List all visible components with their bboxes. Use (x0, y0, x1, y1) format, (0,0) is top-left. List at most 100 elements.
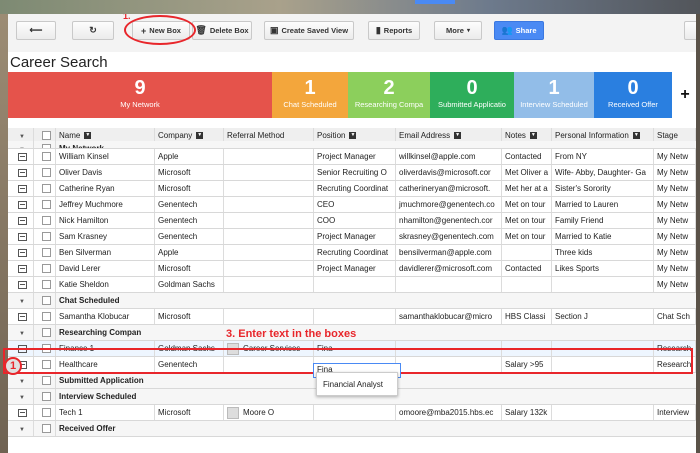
table-cell[interactable]: Met on tour (502, 197, 552, 212)
checkbox-cell[interactable] (34, 293, 56, 308)
table-cell[interactable]: COO (314, 213, 396, 228)
stage-my-network[interactable]: 9 My Network (8, 72, 272, 118)
checkbox-cell[interactable] (34, 261, 56, 276)
table-cell[interactable]: Genentech (155, 197, 224, 212)
table-cell[interactable]: Wife- Abby, Daughter- Ga (552, 165, 654, 180)
reports-button[interactable]: ▮ Reports (368, 21, 420, 40)
row-checkbox[interactable] (41, 216, 51, 226)
row-control-cell[interactable] (8, 277, 34, 292)
table-cell[interactable]: Nick Hamilton (56, 213, 155, 228)
table-cell[interactable]: Met her at a (502, 181, 552, 196)
table-cell[interactable] (502, 277, 552, 292)
table-cell[interactable]: davidlerer@microsoft.com (396, 261, 502, 276)
table-cell[interactable]: Met Oliver a (502, 165, 552, 180)
table-row[interactable]: Jeffrey Muchmore Genentech CEO jmuchmore@ge… (8, 197, 696, 213)
expand-caret-icon[interactable]: ▼ (19, 134, 25, 140)
table-cell[interactable]: Project Manager (314, 261, 396, 276)
checkbox-cell[interactable] (34, 389, 56, 404)
row-detail-icon[interactable] (17, 216, 27, 225)
table-row[interactable]: William Kinsel Apple Project Manager willki… (8, 149, 696, 165)
share-button[interactable]: 👥 Share (494, 21, 544, 40)
checkbox-cell[interactable] (34, 421, 56, 436)
table-cell[interactable]: Project Manager (314, 149, 396, 164)
back-button[interactable]: ⟵ (16, 21, 56, 40)
table-row[interactable]: David Lerer Microsoft Project Manager david… (8, 261, 696, 277)
row-control-cell[interactable]: ▼ (8, 421, 34, 436)
table-cell[interactable]: Senior Recruiting O (314, 165, 396, 180)
row-control-cell[interactable]: ▼ (8, 373, 34, 388)
table-cell[interactable]: Catherine Ryan (56, 181, 155, 196)
row-detail-icon[interactable] (17, 168, 27, 177)
checkbox-cell[interactable] (34, 213, 56, 228)
table-cell[interactable]: Likes Sports (552, 261, 654, 276)
table-cell[interactable] (224, 181, 314, 196)
table-cell[interactable]: bensilverman@apple.com (396, 245, 502, 260)
table-cell[interactable]: Microsoft (155, 309, 224, 324)
table-cell[interactable]: Sam Krasney (56, 229, 155, 244)
table-cell[interactable]: Met on tour (502, 229, 552, 244)
table-cell[interactable]: My Netw (654, 149, 696, 164)
row-checkbox[interactable] (41, 424, 51, 434)
table-cell[interactable]: skrasney@genentech.com (396, 229, 502, 244)
column-menu-icon[interactable]: ▼ (349, 132, 357, 140)
table-cell[interactable]: CEO (314, 197, 396, 212)
checkbox-cell[interactable] (34, 245, 56, 260)
group-header-row[interactable]: ▼ My Network (8, 141, 696, 149)
table-cell[interactable] (314, 405, 396, 420)
stage-chat-scheduled[interactable]: 1 Chat Scheduled (272, 72, 348, 118)
table-cell[interactable] (502, 245, 552, 260)
row-detail-icon[interactable] (17, 152, 27, 161)
table-cell[interactable]: Project Manager (314, 229, 396, 244)
row-detail-icon[interactable] (17, 200, 27, 209)
table-row[interactable]: Oliver Davis Microsoft Senior Recruiting O… (8, 165, 696, 181)
row-control-cell[interactable] (8, 213, 34, 228)
table-cell[interactable] (224, 309, 314, 324)
table-cell[interactable]: Section J (552, 309, 654, 324)
table-cell[interactable] (224, 229, 314, 244)
checkbox-cell[interactable] (34, 149, 56, 164)
add-stage-button[interactable]: + (674, 72, 696, 118)
stage-submitted[interactable]: 0 Submitted Applicatio (430, 72, 514, 118)
column-menu-icon[interactable]: ▼ (529, 132, 537, 140)
row-checkbox[interactable] (41, 280, 51, 290)
column-menu-icon[interactable]: ▼ (632, 132, 640, 140)
checkbox-cell[interactable] (34, 141, 56, 148)
table-cell[interactable]: Tech 1 (56, 405, 155, 420)
row-checkbox[interactable] (41, 392, 51, 402)
table-cell[interactable]: Family Friend (552, 213, 654, 228)
table-cell[interactable] (224, 197, 314, 212)
create-saved-view-button[interactable]: ▣ Create Saved View (264, 21, 354, 40)
row-control-cell[interactable] (8, 181, 34, 196)
expand-caret-icon[interactable]: ▼ (19, 299, 25, 305)
stage-received-offer[interactable]: 0 Received Offer (594, 72, 672, 118)
table-cell[interactable]: Contacted (502, 261, 552, 276)
checkbox-cell[interactable] (34, 325, 56, 340)
extra-button[interactable] (684, 21, 696, 40)
stage-researching[interactable]: 2 Researching Compa (348, 72, 430, 118)
row-checkbox[interactable] (41, 168, 51, 178)
table-cell[interactable]: Three kids (552, 245, 654, 260)
table-cell[interactable] (224, 165, 314, 180)
table-cell[interactable]: Recruting Coordinat (314, 245, 396, 260)
table-cell[interactable]: Microsoft (155, 405, 224, 420)
table-cell[interactable]: Microsoft (155, 261, 224, 276)
table-cell[interactable]: Interview (654, 405, 696, 420)
table-cell[interactable] (314, 277, 396, 292)
checkbox-cell[interactable] (34, 373, 56, 388)
table-cell[interactable]: Samantha Klobucar (56, 309, 155, 324)
column-menu-icon[interactable]: ▼ (84, 132, 92, 140)
table-cell[interactable]: Goldman Sachs (155, 277, 224, 292)
checkbox-cell[interactable] (34, 165, 56, 180)
table-cell[interactable]: Met on tour (502, 213, 552, 228)
row-checkbox[interactable] (41, 312, 51, 322)
column-menu-icon[interactable]: ▼ (196, 132, 204, 140)
row-control-cell[interactable]: ▼ (8, 293, 34, 308)
table-cell[interactable]: Katie Sheldon (56, 277, 155, 292)
row-checkbox[interactable] (41, 184, 51, 194)
table-row[interactable]: Katie Sheldon Goldman Sachs My Netw (8, 277, 696, 293)
row-control-cell[interactable] (8, 229, 34, 244)
table-cell[interactable]: My Netw (654, 277, 696, 292)
table-cell[interactable]: omoore@mba2015.hbs.ec (396, 405, 502, 420)
checkbox-cell[interactable] (34, 309, 56, 324)
row-control-cell[interactable]: ▼ (8, 141, 34, 148)
